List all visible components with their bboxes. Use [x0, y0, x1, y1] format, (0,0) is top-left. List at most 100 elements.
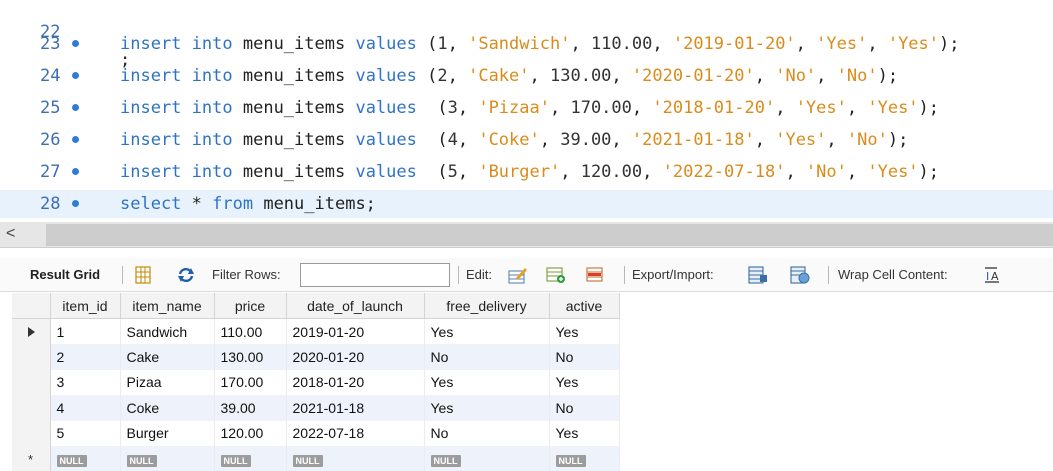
cell-item-name[interactable]: Burger: [120, 420, 215, 446]
cell-item-id[interactable]: NULL: [50, 446, 121, 471]
new-row[interactable]: * NULL NULL NULL NULL NULL NULL: [12, 446, 620, 471]
cell-active[interactable]: Yes: [549, 318, 620, 344]
cell-free-delivery[interactable]: NULL: [424, 446, 550, 471]
cell-price[interactable]: 170.00: [214, 369, 287, 395]
code-token: insert: [120, 130, 182, 150]
column-header-active[interactable]: active: [549, 293, 620, 319]
wrap-cell-icon[interactable]: I A: [983, 266, 1003, 284]
row-selector[interactable]: *: [12, 446, 51, 471]
editor-line[interactable]: 23 insert into menu_items values (1, 'San…: [0, 30, 1053, 58]
row-selector[interactable]: [12, 318, 51, 344]
row-selector[interactable]: [12, 395, 51, 421]
code-token: ,: [560, 162, 581, 182]
line-number: 26: [40, 130, 61, 150]
cell-active[interactable]: Yes: [549, 369, 620, 395]
cell-free-delivery[interactable]: No: [424, 420, 550, 446]
column-header-price[interactable]: price: [214, 293, 287, 319]
code-token: ,: [754, 130, 776, 150]
row-selector[interactable]: [12, 369, 51, 395]
column-header-item-id[interactable]: item_id: [50, 293, 121, 319]
code-token: (: [416, 66, 438, 86]
code-token: 'Yes': [867, 162, 919, 182]
cell-item-id[interactable]: 2: [50, 344, 121, 370]
code-token: ,: [631, 98, 653, 118]
column-header-item-name[interactable]: item_name: [120, 293, 215, 319]
cell-item-id[interactable]: 3: [50, 369, 121, 395]
code-token: ,: [457, 130, 479, 150]
horizontal-scrollbar[interactable]: <: [0, 222, 1053, 248]
cell-date-of-launch[interactable]: 2021-01-18: [286, 395, 425, 421]
table-row[interactable]: 4 Coke 39.00 2021-01-18 Yes No: [12, 395, 620, 421]
code-token: ,: [652, 34, 673, 54]
editor-line[interactable]: 28 select * from menu_items;: [0, 190, 1053, 218]
edit-current-row-icon[interactable]: [508, 266, 528, 284]
code-token: '2019-01-20': [672, 34, 796, 54]
cell-item-name[interactable]: Pizaa: [120, 369, 215, 395]
cell-date-of-launch[interactable]: 2019-01-20: [286, 318, 425, 344]
export-icon[interactable]: [748, 266, 768, 284]
cell-free-delivery[interactable]: Yes: [424, 369, 550, 395]
code-token: 5: [447, 162, 458, 182]
cell-item-name[interactable]: Cake: [120, 344, 215, 370]
table-row[interactable]: 2 Cake 130.00 2020-01-20 No No: [12, 344, 620, 370]
cell-active[interactable]: Yes: [549, 420, 620, 446]
import-icon[interactable]: [790, 266, 810, 284]
editor-line[interactable]: 25 insert into menu_items values (3, 'Piz…: [0, 94, 1053, 122]
cell-item-name[interactable]: Sandwich: [120, 318, 215, 344]
code-token: menu_items: [232, 130, 356, 150]
cell-active[interactable]: No: [549, 395, 620, 421]
row-selector[interactable]: [12, 420, 51, 446]
column-header-date-of-launch[interactable]: date_of_launch: [286, 293, 425, 319]
toolbar-divider: [624, 266, 625, 284]
cell-item-name[interactable]: Coke: [120, 395, 215, 421]
cell-date-of-launch[interactable]: 2018-01-20: [286, 369, 425, 395]
cell-active[interactable]: NULL: [549, 446, 620, 471]
filter-rows-label: Filter Rows:: [212, 267, 281, 282]
cell-price[interactable]: 39.00: [214, 395, 287, 421]
sql-editor[interactable]: 22 ; 23 insert into menu_items values (1,…: [0, 0, 1053, 222]
column-header-free-delivery[interactable]: free_delivery: [424, 293, 550, 319]
cell-price[interactable]: 130.00: [214, 344, 287, 370]
cell-item-name[interactable]: NULL: [120, 446, 215, 471]
filter-rows-input[interactable]: [300, 263, 450, 287]
cell-item-id[interactable]: 1: [50, 318, 121, 344]
code-token: from: [212, 194, 254, 214]
cell-price[interactable]: 110.00: [214, 318, 287, 344]
cell-date-of-launch[interactable]: NULL: [286, 446, 425, 471]
cell-item-id[interactable]: 4: [50, 395, 121, 421]
cell-price[interactable]: 120.00: [214, 420, 287, 446]
cell-date-of-launch[interactable]: 2022-07-18: [286, 420, 425, 446]
code-token: insert: [120, 98, 182, 118]
table-row[interactable]: 3 Pizaa 170.00 2018-01-20 Yes Yes: [12, 369, 620, 395]
result-grid-tab[interactable]: Result Grid: [30, 258, 100, 292]
editor-line[interactable]: 24 insert into menu_items values (2, 'Cak…: [0, 62, 1053, 90]
grid-layout-icon[interactable]: [133, 266, 153, 284]
cell-item-id[interactable]: 5: [50, 420, 121, 446]
insert-row-icon[interactable]: [546, 266, 566, 284]
refresh-icon[interactable]: [176, 266, 196, 284]
statement-marker-icon: [72, 200, 79, 207]
code-token: 'Yes': [816, 34, 868, 54]
row-selector[interactable]: [12, 344, 51, 370]
scrollbar-thumb[interactable]: [46, 224, 1053, 246]
cell-free-delivery[interactable]: Yes: [424, 395, 550, 421]
cell-free-delivery[interactable]: Yes: [424, 318, 550, 344]
cell-free-delivery[interactable]: No: [424, 344, 550, 370]
code-token: 'Cake': [468, 66, 530, 86]
code-token: 1: [437, 34, 448, 54]
code-token: 2: [437, 66, 448, 86]
editor-line[interactable]: 26 insert into menu_items values (4, 'Cok…: [0, 126, 1053, 154]
code-token: menu_items: [232, 162, 356, 182]
cell-date-of-launch[interactable]: 2020-01-20: [286, 344, 425, 370]
table-row[interactable]: 1 Sandwich 110.00 2019-01-20 Yes Yes: [12, 318, 620, 344]
code-token: values: [355, 98, 417, 118]
delete-row-icon[interactable]: [586, 266, 606, 284]
cell-price[interactable]: NULL: [214, 446, 287, 471]
table-row[interactable]: 5 Burger 120.00 2022-07-18 No Yes: [12, 420, 620, 446]
code-token: 170.00: [570, 98, 632, 118]
code-token: 3: [447, 98, 458, 118]
editor-line[interactable]: 27 insert into menu_items values (5, 'Bur…: [0, 158, 1053, 186]
scroll-left-arrow-icon[interactable]: <: [6, 225, 15, 243]
cell-active[interactable]: No: [549, 344, 620, 370]
